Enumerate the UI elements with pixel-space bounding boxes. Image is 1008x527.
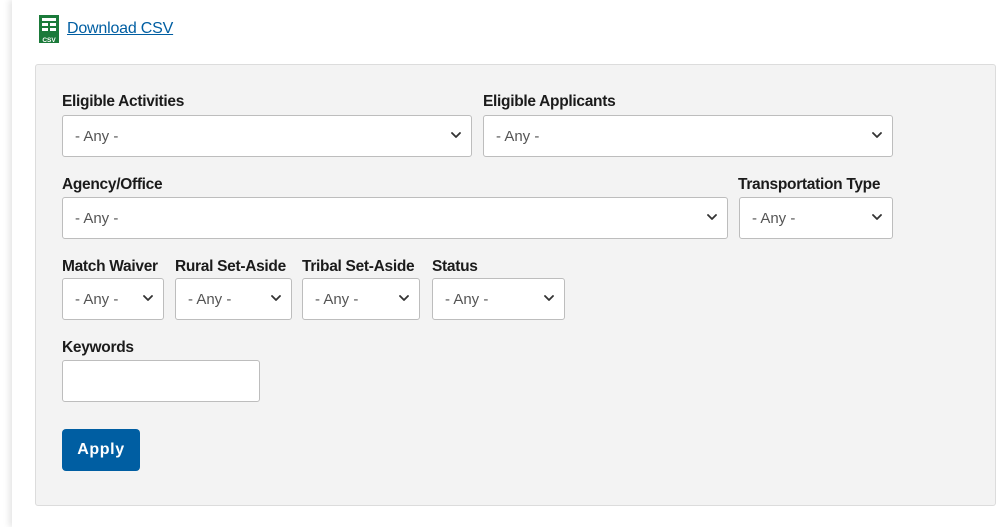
download-row: CSV Download CSV [38,14,173,44]
agency-office-value: - Any - [75,209,119,227]
chevron-down-icon [451,130,461,140]
apply-button[interactable]: Apply [62,429,140,471]
tribal-set-aside-label: Tribal Set-Aside [302,258,415,275]
status-select[interactable]: - Any - [432,278,565,320]
agency-office-label: Agency/Office [62,176,163,193]
download-csv-link[interactable]: Download CSV [67,20,173,38]
rural-set-aside-select[interactable]: - Any - [175,278,292,320]
chevron-down-icon [399,293,409,303]
chevron-down-icon [872,212,882,222]
filter-panel: Eligible Activities - Any - Eligible App… [35,64,996,506]
transportation-type-label: Transportation Type [738,176,881,193]
chevron-down-icon [271,293,281,303]
match-waiver-select[interactable]: - Any - [62,278,164,320]
match-waiver-label: Match Waiver [62,258,158,275]
csv-icon-text: CSV [42,37,56,44]
tribal-set-aside-value: - Any - [315,290,359,308]
eligible-activities-label: Eligible Activities [62,93,185,110]
eligible-activities-value: - Any - [75,127,119,145]
keywords-label: Keywords [62,339,134,356]
eligible-applicants-label: Eligible Applicants [483,93,616,110]
rural-set-aside-value: - Any - [188,290,232,308]
csv-file-icon[interactable]: CSV [38,14,60,44]
keywords-input[interactable] [62,360,260,402]
transportation-type-value: - Any - [752,209,796,227]
chevron-down-icon [872,130,882,140]
status-label: Status [432,258,478,275]
agency-office-select[interactable]: - Any - [62,197,728,239]
eligible-applicants-value: - Any - [496,127,540,145]
eligible-activities-select[interactable]: - Any - [62,115,472,157]
tribal-set-aside-select[interactable]: - Any - [302,278,420,320]
chevron-down-icon [544,293,554,303]
page: CSV Download CSV Eligible Activities - A… [12,0,1008,527]
chevron-down-icon [707,212,717,222]
transportation-type-select[interactable]: - Any - [739,197,893,239]
match-waiver-value: - Any - [75,290,119,308]
chevron-down-icon [143,293,153,303]
status-value: - Any - [445,290,489,308]
eligible-applicants-select[interactable]: - Any - [483,115,893,157]
rural-set-aside-label: Rural Set-Aside [175,258,286,275]
